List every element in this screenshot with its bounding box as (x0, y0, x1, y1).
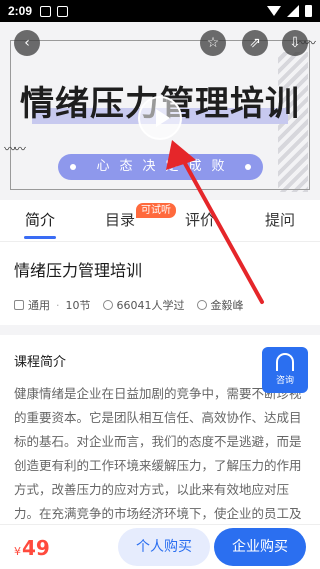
purchase-bar: ¥49 个人购买 企业购买 (0, 524, 320, 569)
course-meta: 通用 · 10节 66041人学过 金毅峰 (14, 297, 306, 313)
app-notification-icon (57, 5, 69, 17)
slogan-text: 心态决定成败 (96, 159, 235, 174)
consult-button[interactable]: 咨询 (262, 347, 308, 393)
battery-icon (305, 5, 312, 17)
slogan-dot-right (245, 164, 251, 170)
notification-icon (40, 5, 52, 17)
slogan-dot-left (70, 164, 76, 170)
status-time: 2:09 (8, 4, 33, 18)
favorite-button[interactable]: ☆ (200, 30, 226, 56)
teacher-icon (196, 300, 207, 310)
headset-icon (276, 353, 294, 371)
course-level: 通用 (28, 299, 50, 312)
course-lessons: 10节 (65, 299, 91, 312)
download-button[interactable]: ⇩ (282, 30, 308, 56)
intro-text: 健康情绪是企业在日益加剧的竞争中，需要不断珍视的重要资本。它是团队相互信任、高效… (14, 386, 302, 521)
share-icon: ⇗ (249, 35, 261, 51)
course-info: 情绪压力管理培训 通用 · 10节 66041人学过 金毅峰 (0, 243, 320, 325)
star-icon: ☆ (206, 35, 220, 51)
tab-intro[interactable]: 简介 (0, 200, 80, 241)
price-currency: ¥ (14, 545, 21, 558)
tab-questions[interactable]: 提问 (240, 200, 320, 241)
section-divider (0, 325, 320, 335)
course-teacher: 金毅峰 (210, 299, 244, 312)
chevron-left-icon: ‹ (24, 35, 30, 51)
price-value: 49 (22, 536, 50, 560)
signal-icon (287, 5, 299, 17)
banner-slogan: 心态决定成败 (58, 154, 263, 180)
trial-badge: 可试听 (136, 203, 176, 218)
download-icon: ⇩ (289, 35, 301, 51)
status-bar: 2:09 (0, 0, 320, 22)
zigzag-left-decoration: 〰〰 (4, 142, 26, 156)
course-learners: 66041人学过 (116, 299, 185, 312)
wifi-icon (267, 6, 281, 16)
personal-buy-button[interactable]: 个人购买 (118, 528, 210, 566)
level-icon (14, 300, 24, 310)
course-price: ¥49 (14, 536, 50, 560)
course-video-banner[interactable]: 〰〰 〰〰 情绪压力管理培训 心态决定成败 (0, 22, 320, 200)
back-button[interactable]: ‹ (14, 30, 40, 56)
corporate-buy-button[interactable]: 企业购买 (214, 528, 306, 566)
meta-separator: · (56, 298, 60, 312)
course-title: 情绪压力管理培训 (14, 261, 143, 280)
share-button[interactable]: ⇗ (242, 30, 268, 56)
consult-label: 咨询 (275, 376, 294, 386)
learners-icon (102, 300, 113, 310)
play-button[interactable] (138, 96, 182, 140)
